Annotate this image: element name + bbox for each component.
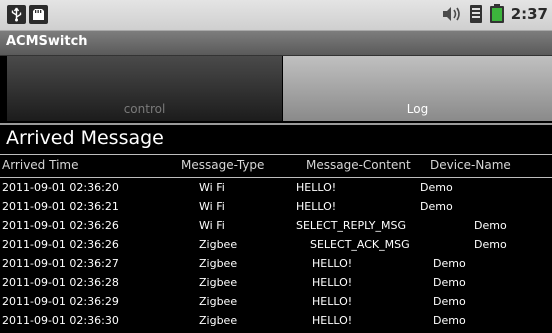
cell-message-type: Zigbee — [199, 314, 238, 327]
cell-arrived-time: 2011-09-01 02:36:26 — [2, 219, 119, 232]
cell-message-content: HELLO! — [296, 181, 337, 194]
cell-arrived-time: 2011-09-01 02:36:21 — [2, 200, 119, 213]
message-list: 2011-09-01 02:36:20 Wi Fi HELLO! Demo 20… — [0, 180, 552, 332]
cell-message-type: Wi Fi — [199, 181, 225, 194]
system-status: 2:37 — [439, 4, 548, 24]
cell-message-content: HELLO! — [296, 200, 337, 213]
cell-device-name: Demo — [420, 181, 453, 194]
cell-message-content: HELLO! — [312, 257, 353, 270]
cell-message-type: Zigbee — [199, 257, 238, 270]
cell-device-name: Demo — [474, 238, 507, 251]
app-title: ACMSwitch — [6, 34, 88, 49]
column-header-message-type: Message-Type — [181, 158, 265, 172]
tab-log[interactable]: Log — [283, 56, 552, 121]
table-row[interactable]: 2011-09-01 02:36:21 Wi Fi HELLO! Demo — [0, 199, 552, 218]
cell-message-content: SELECT_ACK_MSG — [310, 238, 410, 251]
tab-divider — [0, 123, 552, 125]
table-row[interactable]: 2011-09-01 02:36:26 Wi Fi SELECT_REPLY_M… — [0, 218, 552, 237]
status-bar: 2:37 — [0, 0, 552, 31]
tab-log-label: Log — [406, 102, 429, 116]
table-row[interactable]: 2011-09-01 02:36:30 Zigbee HELLO! Demo — [0, 313, 552, 332]
cell-message-content: HELLO! — [312, 276, 353, 289]
cell-message-content: SELECT_REPLY_MSG — [296, 219, 407, 232]
cell-device-name: Demo — [433, 257, 466, 270]
battery-icon — [489, 4, 504, 23]
table-header: Arrived Time Message-Type Message-Conten… — [0, 154, 552, 178]
title-bar: ACMSwitch — [0, 31, 552, 56]
cell-device-name: Demo — [433, 314, 466, 327]
cell-message-type: Zigbee — [199, 238, 238, 251]
page-heading: Arrived Message — [6, 127, 164, 149]
usb-icon — [7, 5, 26, 24]
table-row[interactable]: 2011-09-01 02:36:29 Zigbee HELLO! Demo — [0, 294, 552, 313]
cell-message-type: Zigbee — [199, 295, 238, 308]
cell-message-content: HELLO! — [312, 314, 353, 327]
column-header-device-name: Device-Name — [430, 158, 511, 172]
tab-control-label: control — [123, 102, 166, 116]
signal-icon — [469, 5, 482, 23]
cell-message-content: HELLO! — [312, 295, 353, 308]
notification-icons — [7, 5, 48, 24]
clock: 2:37 — [510, 5, 548, 23]
cell-message-type: Zigbee — [199, 276, 238, 289]
cell-arrived-time: 2011-09-01 02:36:26 — [2, 238, 119, 251]
column-header-message-content: Message-Content — [306, 158, 411, 172]
cell-message-type: Wi Fi — [199, 219, 225, 232]
tab-strip: control Log — [0, 56, 552, 123]
cell-device-name: Demo — [433, 276, 466, 289]
column-header-arrived-time: Arrived Time — [2, 158, 79, 172]
vibrate-icon — [442, 7, 460, 21]
cell-device-name: Demo — [474, 219, 507, 232]
cell-arrived-time: 2011-09-01 02:36:27 — [2, 257, 119, 270]
tab-control[interactable]: control — [7, 56, 282, 121]
table-row[interactable]: 2011-09-01 02:36:26 Zigbee SELECT_ACK_MS… — [0, 237, 552, 256]
cell-arrived-time: 2011-09-01 02:36:28 — [2, 276, 119, 289]
sd-card-icon — [29, 5, 48, 24]
cell-arrived-time: 2011-09-01 02:36:29 — [2, 295, 119, 308]
table-row[interactable]: 2011-09-01 02:36:27 Zigbee HELLO! Demo — [0, 256, 552, 275]
table-row[interactable]: 2011-09-01 02:36:20 Wi Fi HELLO! Demo — [0, 180, 552, 199]
cell-message-type: Wi Fi — [199, 200, 225, 213]
cell-arrived-time: 2011-09-01 02:36:30 — [2, 314, 119, 327]
table-row[interactable]: 2011-09-01 02:36:28 Zigbee HELLO! Demo — [0, 275, 552, 294]
cell-device-name: Demo — [433, 295, 466, 308]
cell-device-name: Demo — [420, 200, 453, 213]
cell-arrived-time: 2011-09-01 02:36:20 — [2, 181, 119, 194]
